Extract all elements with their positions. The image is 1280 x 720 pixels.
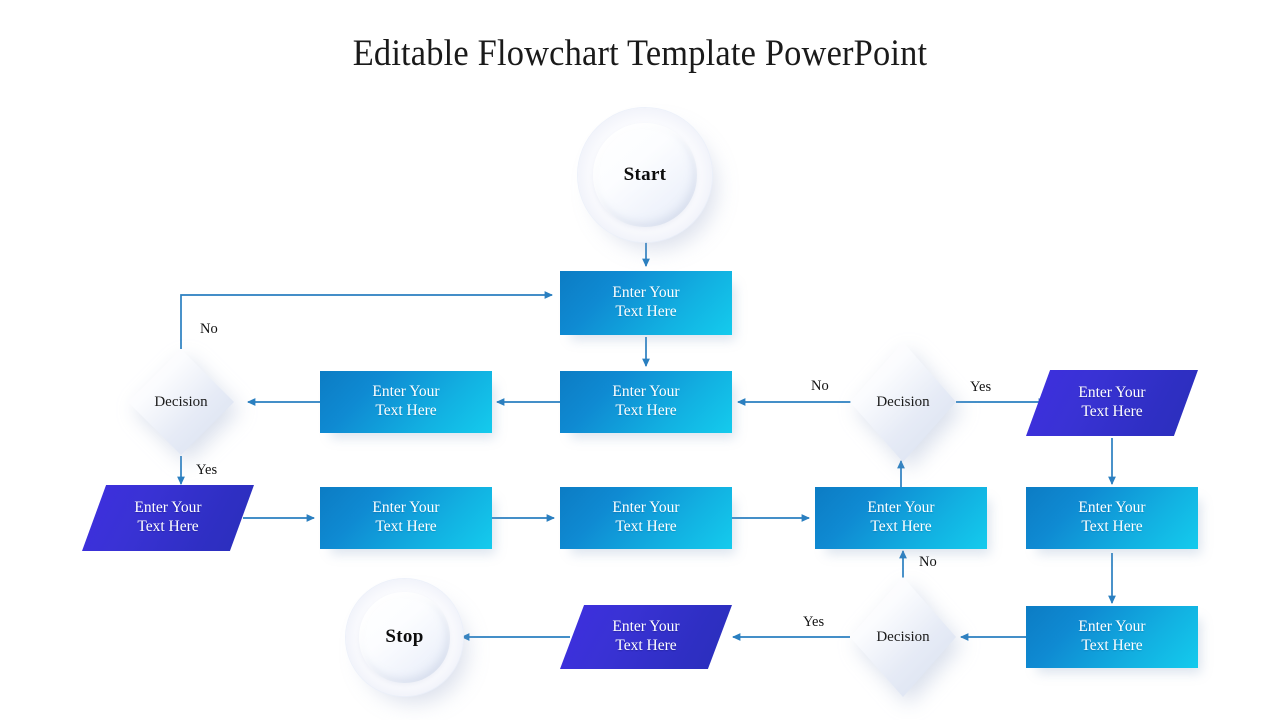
- edge-label-no-top-left: No: [200, 321, 218, 337]
- node-process-row3-c[interactable]: Enter Your Text Here: [815, 487, 987, 549]
- edge-label-yes-bottom-left: Yes: [803, 614, 825, 630]
- decision-right-label: Decision: [876, 393, 930, 410]
- data-right-label: Enter Your Text Here: [1078, 384, 1146, 420]
- node-start[interactable]: Start: [578, 108, 712, 242]
- node-process-right-bottom[interactable]: Enter Your Text Here: [1026, 606, 1198, 668]
- node-decision-left[interactable]: Decision: [128, 349, 234, 455]
- slide-canvas: Editable Flowchart Template PowerPoint N…: [0, 0, 1280, 720]
- edge-d1-no-to-p1: [180, 291, 553, 349]
- node-process-mid-left[interactable]: Enter Your Text Here: [320, 371, 492, 433]
- node-process-mid-center[interactable]: Enter Your Text Here: [560, 371, 732, 433]
- node-data-right[interactable]: Enter Your Text Here: [1026, 370, 1198, 436]
- node-data-bottom[interactable]: Enter Your Text Here: [560, 605, 732, 669]
- decision-bottom-label: Decision: [876, 628, 930, 645]
- data-left-label: Enter Your Text Here: [134, 499, 202, 535]
- process-right-bottom-label: Enter Your Text Here: [1078, 618, 1146, 654]
- stop-label: Stop: [385, 626, 424, 648]
- stop-inner-circle: Stop: [359, 592, 450, 683]
- node-data-left[interactable]: Enter Your Text Here: [82, 485, 254, 551]
- node-process-row3-b[interactable]: Enter Your Text Here: [560, 487, 732, 549]
- node-process-row3-a[interactable]: Enter Your Text Here: [320, 487, 492, 549]
- process-top-label: Enter Your Text Here: [612, 284, 680, 320]
- decision-left-label: Decision: [154, 393, 208, 410]
- edge-label-yes-left-down: Yes: [196, 462, 218, 478]
- edge-label-yes-mid-right: Yes: [970, 379, 992, 395]
- data-bottom-label: Enter Your Text Here: [612, 618, 680, 654]
- node-decision-bottom[interactable]: Decision: [850, 577, 956, 697]
- node-stop[interactable]: Stop: [346, 579, 463, 696]
- node-decision-right[interactable]: Decision: [850, 342, 956, 462]
- process-row3-c-label: Enter Your Text Here: [867, 499, 935, 535]
- start-inner-circle: Start: [593, 123, 697, 227]
- node-process-right-mid[interactable]: Enter Your Text Here: [1026, 487, 1198, 549]
- page-title: Editable Flowchart Template PowerPoint: [352, 33, 928, 74]
- process-row3-b-label: Enter Your Text Here: [612, 499, 680, 535]
- process-right-mid-label: Enter Your Text Here: [1078, 499, 1146, 535]
- start-label: Start: [623, 163, 667, 185]
- process-row3-a-label: Enter Your Text Here: [372, 499, 440, 535]
- process-mid-center-label: Enter Your Text Here: [612, 383, 680, 419]
- edge-label-no-mid-right: No: [811, 378, 829, 394]
- node-process-top[interactable]: Enter Your Text Here: [560, 271, 732, 335]
- process-mid-left-label: Enter Your Text Here: [372, 383, 440, 419]
- edge-label-no-bottom-up: No: [919, 554, 937, 570]
